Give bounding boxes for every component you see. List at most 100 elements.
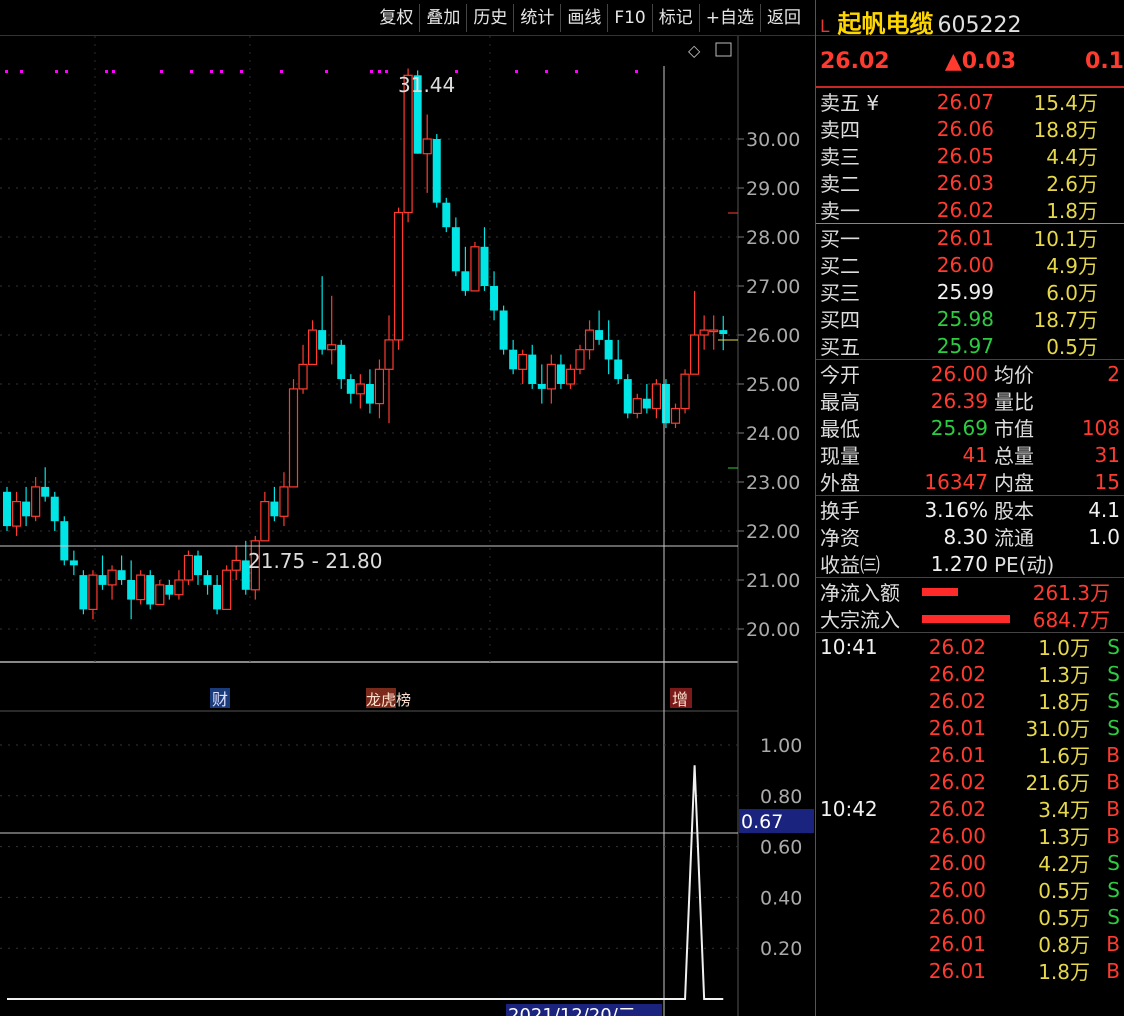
stat-value: 25.69: [930, 415, 988, 440]
trade-volume: 4.2万: [1038, 852, 1090, 876]
trade-row[interactable]: 26.00 4.2万 S: [816, 849, 1124, 877]
panel-toggle-icon[interactable]: [715, 42, 732, 57]
trade-side: B: [1106, 769, 1120, 794]
ask-level-row[interactable]: 卖五 ¥ 26.07 15.4万: [816, 88, 1124, 116]
candle-body: [680, 373, 690, 410]
kline-chart[interactable]: 30.00 29.00 28.00 27.00 26.00 25.00 24.00 23.00…: [0, 36, 815, 1016]
toolbar-button-draw-line[interactable]: 画线: [560, 4, 607, 32]
ask-level-row[interactable]: 卖二 26.03 2.6万: [816, 169, 1124, 197]
y-tick-label: 29.00: [746, 178, 800, 200]
stat-label: 现量: [820, 444, 860, 468]
trade-side: S: [1107, 634, 1120, 659]
level-price: 25.99: [936, 279, 994, 304]
diamond-icon[interactable]: ◇: [688, 41, 701, 60]
ask-level-row[interactable]: 卖三 26.05 4.4万: [816, 142, 1124, 170]
price-change-pct: 0.1: [1085, 48, 1124, 74]
trade-row[interactable]: 10:42 26.02 3.4万 B: [816, 795, 1124, 823]
stat-label-2: 量比: [994, 390, 1034, 414]
bid-level-row[interactable]: 买三 25.99 6.0万: [816, 278, 1124, 306]
level-price: 26.05: [936, 143, 994, 168]
toolbar-button-statistics[interactable]: 统计: [513, 4, 560, 32]
trade-volume: 1.3万: [1038, 663, 1090, 687]
ma-dot: [5, 70, 8, 73]
trade-volume: 1.3万: [1038, 825, 1090, 849]
toolbar-button-restore-rights[interactable]: 复权: [373, 4, 419, 32]
stat-label: 外盘: [820, 471, 860, 495]
stat-row[interactable]: 最高 26.39 量比: [816, 387, 1124, 415]
indicator-tick-label: 0.60: [760, 837, 802, 859]
trade-row[interactable]: 26.00 1.3万 B: [816, 822, 1124, 850]
level-price: 26.07: [936, 89, 994, 114]
trade-row[interactable]: 26.01 1.8万 B: [816, 957, 1124, 985]
ask-level-row[interactable]: 卖四 26.06 18.8万: [816, 115, 1124, 143]
level-volume: 6.0万: [1046, 281, 1098, 305]
level-volume: 0.5万: [1046, 335, 1098, 359]
candle-body: [384, 339, 394, 370]
candle-body: [327, 344, 337, 351]
stat-label: 换手: [820, 499, 860, 523]
candle-body: [279, 486, 289, 517]
stat-value-2: 1.0: [1088, 524, 1120, 549]
trade-row[interactable]: 26.00 0.5万 S: [816, 903, 1124, 931]
bid-level-row[interactable]: 买一 26.01 10.1万: [816, 224, 1124, 252]
fundamental-row[interactable]: 收益㈢ 1.270 PE(动): [816, 550, 1124, 578]
trade-row[interactable]: 10:41 26.02 1.0万 S: [816, 633, 1124, 661]
indicator-axis: 1.00 0.80 0.60 0.40 0.20: [0, 735, 802, 960]
trade-row[interactable]: 26.02 1.8万 S: [816, 687, 1124, 715]
trade-time: 10:41: [820, 634, 878, 659]
bid-level-row[interactable]: 买二 26.00 4.9万: [816, 251, 1124, 279]
ma-dot: [635, 70, 638, 73]
trade-side: S: [1107, 877, 1120, 902]
stat-value: 8.30: [943, 524, 988, 549]
candle-body: [670, 407, 681, 424]
trade-row[interactable]: 26.01 1.6万 B: [816, 741, 1124, 769]
level-price: 26.01: [936, 225, 994, 250]
candle-body: [499, 310, 508, 350]
candle-body: [98, 575, 107, 585]
level-label: 卖一: [820, 199, 860, 223]
trade-volume: 0.8万: [1038, 933, 1090, 957]
stock-name[interactable]: 起帆电缆: [837, 4, 933, 39]
stat-label: 净资: [820, 526, 860, 550]
toolbar-button-history[interactable]: 历史: [466, 4, 513, 32]
ask-level-row[interactable]: 卖一 26.02 1.8万: [816, 196, 1124, 224]
candle-body: [136, 574, 146, 601]
trade-price: 26.02: [928, 769, 986, 794]
stat-row[interactable]: 最低 25.69 市值 108: [816, 414, 1124, 442]
stat-row[interactable]: 现量 41 总量 31: [816, 441, 1124, 469]
candle-body: [651, 383, 662, 410]
toolbar-button-mark[interactable]: 标记: [651, 4, 699, 32]
tick-trades[interactable]: 10:41 26.02 1.0万 S 26.02 1.3万 S 26.02 1.8万 S 26.01…: [816, 633, 1124, 985]
fund-flow-row[interactable]: 大宗流入 684.7万: [816, 605, 1124, 632]
ma-dot: [325, 70, 328, 73]
trade-side: S: [1107, 904, 1120, 929]
stat-label: 收益㈢: [820, 553, 880, 577]
toolbar-button-f10[interactable]: F10: [607, 4, 651, 32]
trade-row[interactable]: 26.01 0.8万 B: [816, 930, 1124, 958]
trade-row[interactable]: 26.01 31.0万 S: [816, 714, 1124, 742]
stat-row[interactable]: 今开 26.00 均价 2: [816, 360, 1124, 388]
candle-body: [79, 575, 88, 610]
fundamental-row[interactable]: 净资 8.30 流通 1.0: [816, 523, 1124, 551]
bid-level-row[interactable]: 买四 25.98 18.7万: [816, 305, 1124, 333]
fund-flow-row[interactable]: 净流入额 261.3万: [816, 578, 1124, 605]
trade-row[interactable]: 26.02 1.3万 S: [816, 660, 1124, 688]
trade-price: 26.00: [928, 823, 986, 848]
stat-value: 26.00: [930, 361, 988, 386]
ma-dot: [545, 70, 548, 73]
toolbar-button-back[interactable]: 返回: [760, 4, 807, 32]
fundamental-row[interactable]: 换手 3.16% 股本 4.1: [816, 496, 1124, 524]
stat-label: 最低: [820, 417, 860, 441]
trade-side: B: [1106, 796, 1120, 821]
toolbar-button-add-watchlist[interactable]: +自选: [698, 4, 760, 32]
trade-row[interactable]: 26.02 21.6万 B: [816, 768, 1124, 796]
stat-row[interactable]: 外盘 16347 内盘 15: [816, 468, 1124, 496]
kline-chart-area[interactable]: 30.00 29.00 28.00 27.00 26.00 25.00 24.00 23.00…: [0, 36, 815, 1016]
bid-level-row[interactable]: 买五 25.97 0.5万: [816, 332, 1124, 360]
trade-row[interactable]: 26.00 0.5万 S: [816, 876, 1124, 904]
flow-bar: [922, 614, 1010, 623]
toolbar-button-overlay[interactable]: 叠加: [419, 4, 466, 32]
candle-body: [393, 211, 404, 341]
trade-side: B: [1106, 742, 1120, 767]
y-tick-label: 27.00: [746, 276, 800, 298]
